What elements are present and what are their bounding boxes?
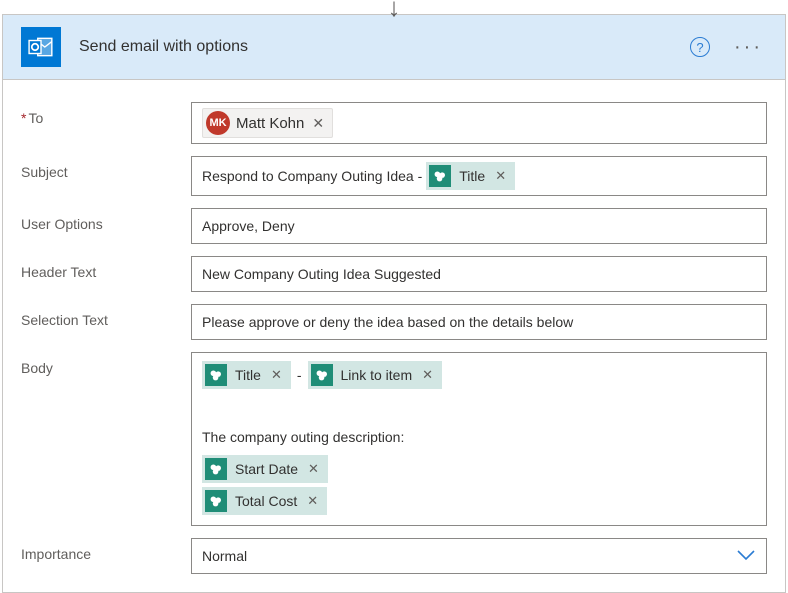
person-name: Matt Kohn <box>236 115 304 132</box>
person-chip[interactable]: MK Matt Kohn ✕ <box>202 108 333 138</box>
subject-text: Respond to Company Outing Idea - <box>202 168 422 184</box>
label-to-text: To <box>28 110 43 126</box>
sharepoint-icon <box>205 364 227 386</box>
token-label: Total Cost <box>233 493 299 509</box>
label-to: *To <box>21 102 191 126</box>
row-user-options: User Options Approve, Deny <box>21 208 767 244</box>
to-field[interactable]: MK Matt Kohn ✕ <box>191 102 767 144</box>
label-body: Body <box>21 352 191 376</box>
header-text-field[interactable]: New Company Outing Idea Suggested <box>191 256 767 292</box>
body-description-text: The company outing description: <box>202 425 756 451</box>
sharepoint-icon <box>205 490 227 512</box>
body-line-1: Title ✕ - Link to item ✕ <box>202 361 756 389</box>
row-body: Body Title ✕ - Link to item ✕ <box>21 352 767 526</box>
action-card: Send email with options ? ··· *To MK Mat… <box>2 14 786 593</box>
importance-field[interactable]: Normal <box>191 538 767 574</box>
token-title[interactable]: Title ✕ <box>202 361 291 389</box>
card-header: Send email with options ? ··· <box>3 15 785 80</box>
label-header-text: Header Text <box>21 256 191 280</box>
required-marker: * <box>21 110 26 126</box>
avatar: MK <box>206 111 230 135</box>
chevron-down-icon[interactable] <box>736 548 756 565</box>
row-subject: Subject Respond to Company Outing Idea -… <box>21 156 767 196</box>
row-importance: Importance Normal <box>21 538 767 574</box>
token-total-cost[interactable]: Total Cost ✕ <box>202 487 327 515</box>
token-link-to-item[interactable]: Link to item ✕ <box>308 361 443 389</box>
token-start-date[interactable]: Start Date ✕ <box>202 455 328 483</box>
sharepoint-icon <box>205 458 227 480</box>
selection-text-value: Please approve or deny the idea based on… <box>202 314 756 330</box>
sharepoint-icon <box>429 165 451 187</box>
token-label: Title <box>233 367 263 383</box>
label-subject: Subject <box>21 156 191 180</box>
user-options-field[interactable]: Approve, Deny <box>191 208 767 244</box>
token-label: Link to item <box>339 367 415 383</box>
help-icon[interactable]: ? <box>690 37 710 57</box>
card-title: Send email with options <box>79 38 690 56</box>
outlook-icon <box>21 27 61 67</box>
close-icon[interactable]: ✕ <box>306 461 321 477</box>
label-importance: Importance <box>21 538 191 562</box>
close-icon[interactable]: ✕ <box>305 493 320 509</box>
row-to: *To MK Matt Kohn ✕ <box>21 102 767 144</box>
selection-text-field[interactable]: Please approve or deny the idea based on… <box>191 304 767 340</box>
close-icon[interactable]: ✕ <box>420 367 435 383</box>
header-text-value: New Company Outing Idea Suggested <box>202 266 756 282</box>
label-selection-text: Selection Text <box>21 304 191 328</box>
label-user-options: User Options <box>21 208 191 232</box>
importance-value: Normal <box>202 548 247 564</box>
close-icon[interactable]: ✕ <box>310 115 326 132</box>
arrow-down-icon: ↓ <box>0 0 788 14</box>
token-label: Title <box>457 168 487 184</box>
user-options-value: Approve, Deny <box>202 218 756 234</box>
row-selection-text: Selection Text Please approve or deny th… <box>21 304 767 340</box>
subject-field[interactable]: Respond to Company Outing Idea - Title ✕ <box>191 156 767 196</box>
separator: - <box>295 367 304 383</box>
row-header-text: Header Text New Company Outing Idea Sugg… <box>21 256 767 292</box>
body-field[interactable]: Title ✕ - Link to item ✕ The company out… <box>191 352 767 526</box>
token-title[interactable]: Title ✕ <box>426 162 515 190</box>
close-icon[interactable]: ✕ <box>493 168 508 184</box>
more-icon[interactable]: ··· <box>730 36 767 59</box>
sharepoint-icon <box>311 364 333 386</box>
card-body: *To MK Matt Kohn ✕ Subject Respond to Co… <box>3 80 785 592</box>
token-label: Start Date <box>233 461 300 477</box>
body-line-total: Total Cost ✕ <box>202 487 756 515</box>
body-blank-line <box>202 393 756 421</box>
body-line-start: Start Date ✕ <box>202 455 756 483</box>
close-icon[interactable]: ✕ <box>269 367 284 383</box>
